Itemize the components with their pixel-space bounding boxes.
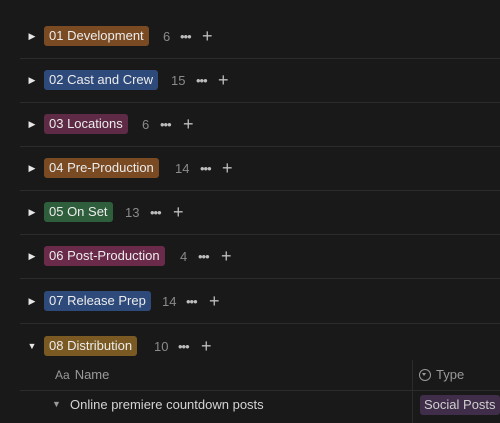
type-tag[interactable]: Social Posts: [420, 395, 500, 415]
group-tag[interactable]: 03 Locations: [44, 114, 128, 134]
group-01-development: ▶ 01 Development 6 ••• +: [0, 14, 500, 58]
group-03-locations: ▶ 03 Locations 6 ••• +: [0, 102, 500, 146]
more-options-icon[interactable]: •••: [198, 249, 210, 264]
collapse-toggle-icon[interactable]: ▶: [26, 295, 38, 307]
select-property-icon: [419, 368, 431, 381]
collapse-toggle-icon[interactable]: ▶: [26, 206, 38, 218]
add-item-icon[interactable]: +: [201, 337, 212, 355]
column-header-name[interactable]: Aa Name: [55, 367, 109, 382]
group-tag[interactable]: 07 Release Prep: [44, 291, 151, 311]
column-header-label: Name: [74, 367, 110, 382]
add-item-icon[interactable]: +: [222, 159, 233, 177]
text-property-icon: Aa: [55, 367, 70, 382]
group-07-release-prep: ▶ 07 Release Prep 14 ••• +: [0, 279, 500, 323]
collapse-toggle-icon[interactable]: ▶: [26, 250, 38, 262]
group-tag[interactable]: 08 Distribution: [44, 336, 138, 356]
more-options-icon[interactable]: •••: [150, 205, 162, 220]
add-item-icon[interactable]: +: [218, 71, 229, 89]
more-options-icon[interactable]: •••: [200, 161, 212, 176]
group-count: 14: [162, 293, 177, 309]
group-count: 4: [180, 248, 188, 264]
group-count: 13: [125, 204, 140, 220]
more-options-icon[interactable]: •••: [180, 29, 192, 44]
group-count: 14: [175, 160, 190, 176]
add-item-icon[interactable]: +: [183, 115, 194, 133]
group-04-pre-production: ▶ 04 Pre-Production 14 ••• +: [0, 146, 500, 190]
group-02-cast-and-crew: ▶ 02 Cast and Crew 15 ••• +: [0, 58, 500, 102]
group-tag[interactable]: 06 Post-Production: [44, 246, 165, 266]
group-count: 10: [154, 338, 169, 354]
group-tag[interactable]: 04 Pre-Production: [44, 158, 159, 178]
more-options-icon[interactable]: •••: [186, 294, 198, 309]
row-title[interactable]: Online premiere countdown posts: [70, 397, 264, 412]
column-header-type[interactable]: Type: [419, 367, 464, 382]
group-06-post-production: ▶ 06 Post-Production 4 ••• +: [0, 234, 500, 278]
add-item-icon[interactable]: +: [209, 292, 220, 310]
group-05-on-set: ▶ 05 On Set 13 ••• +: [0, 190, 500, 234]
more-options-icon[interactable]: •••: [178, 339, 190, 354]
table-header: Aa Name Type: [0, 360, 500, 390]
table-row[interactable]: ▼ Online premiere countdown posts Social…: [0, 391, 500, 421]
group-tag[interactable]: 02 Cast and Crew: [44, 70, 159, 90]
group-tag[interactable]: 05 On Set: [44, 202, 113, 222]
add-item-icon[interactable]: +: [173, 203, 184, 221]
collapse-toggle-icon[interactable]: ▶: [26, 30, 38, 42]
more-options-icon[interactable]: •••: [196, 73, 208, 88]
row-expand-icon[interactable]: ▼: [52, 399, 61, 409]
group-count: 6: [163, 28, 171, 44]
group-count: 15: [171, 72, 186, 88]
expand-toggle-icon[interactable]: ▼: [26, 340, 38, 352]
collapse-toggle-icon[interactable]: ▶: [26, 118, 38, 130]
group-tag[interactable]: 01 Development: [44, 26, 149, 46]
collapse-toggle-icon[interactable]: ▶: [26, 162, 38, 174]
column-header-label: Type: [436, 367, 465, 382]
group-count: 6: [142, 116, 150, 132]
add-item-icon[interactable]: +: [202, 27, 213, 45]
add-item-icon[interactable]: +: [221, 247, 232, 265]
collapse-toggle-icon[interactable]: ▶: [26, 74, 38, 86]
more-options-icon[interactable]: •••: [160, 117, 172, 132]
